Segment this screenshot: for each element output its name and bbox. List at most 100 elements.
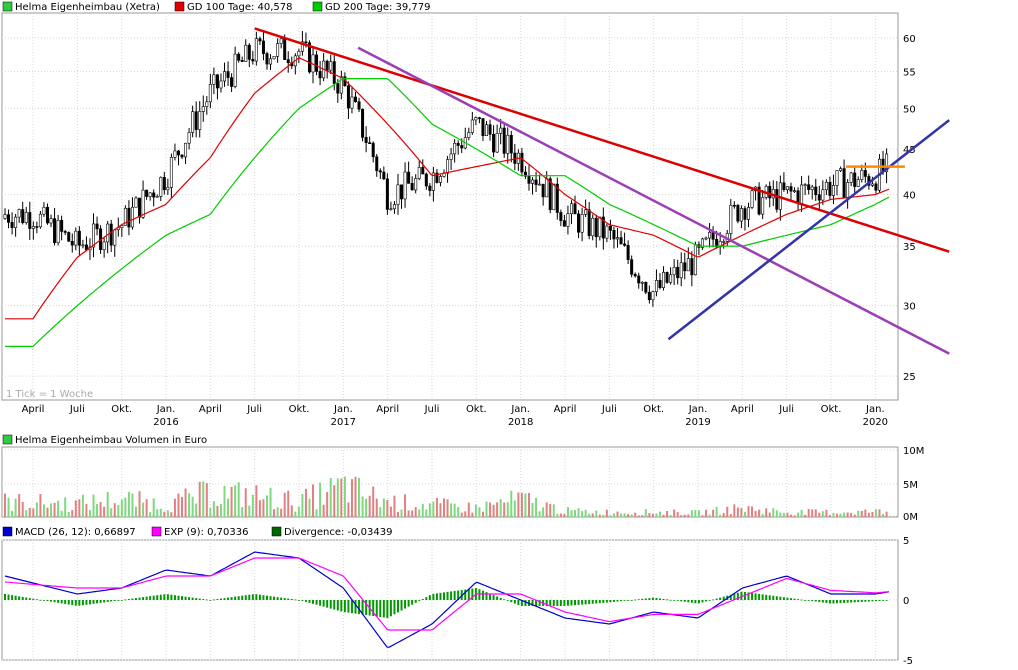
volume-bar (566, 507, 569, 517)
divergence-bar (485, 592, 488, 600)
divergence-bar (821, 600, 824, 603)
candle-body (456, 142, 460, 146)
x-tick-label: April (731, 404, 754, 415)
candle-body (566, 213, 570, 227)
candle-body (385, 178, 389, 210)
volume-bar (676, 512, 679, 517)
x-tick-label: Jan. (865, 404, 885, 415)
divergence-bar (297, 599, 300, 601)
volume-bar (623, 513, 626, 517)
divergence-bar (152, 595, 155, 600)
candle-body (746, 207, 750, 220)
divergence-bar (450, 591, 453, 600)
candle-body (198, 111, 202, 130)
x-tick-label: Jan. (333, 404, 353, 415)
volume-bar (14, 498, 17, 517)
candle-body (559, 212, 563, 221)
candle-body (736, 205, 740, 222)
candle-body (732, 204, 736, 207)
divergence-bar (32, 598, 35, 600)
divergence-bar (765, 594, 768, 600)
divergence-bar (846, 600, 849, 603)
volume-bar (74, 500, 77, 517)
candle-body (24, 212, 28, 223)
candle-body (803, 184, 807, 186)
divergence-bar (354, 600, 357, 614)
x-tick-label: Juli (246, 404, 262, 415)
volume-bar (464, 511, 467, 517)
volume-bar (262, 499, 265, 517)
volume-bar (64, 497, 67, 517)
candle-body (219, 80, 223, 89)
divergence-bar (333, 600, 336, 610)
candle-body (495, 133, 499, 153)
volume-bar (758, 509, 761, 517)
candle-body (683, 262, 687, 272)
volume-bar (538, 511, 541, 517)
volume-bar (471, 512, 474, 517)
legend-macd: MACD (26, 12): 0,66897 (15, 527, 136, 538)
volume-bar (223, 485, 226, 517)
volume-bar (21, 501, 24, 517)
volume-legend: Helma Eigenheimbau Volumen in Euro (2, 434, 207, 446)
volume-bar (673, 509, 676, 517)
legend-swatch-stock (2, 1, 13, 12)
volume-bar (485, 501, 488, 517)
candle-body (7, 214, 11, 223)
price-tick-label: 60 (903, 34, 916, 45)
volume-bar (287, 490, 290, 517)
volume-bar (393, 495, 396, 517)
volume-bar (722, 512, 725, 517)
volume-bar (648, 513, 651, 517)
divergence-bar (697, 600, 700, 604)
candle-body (304, 41, 308, 44)
volume-bar (67, 512, 70, 517)
divergence-bar (864, 600, 867, 602)
candle-body (598, 216, 602, 238)
volume-bar (432, 501, 435, 517)
volume-y-axis: 10M 5M 0M (903, 446, 924, 523)
x-tick-label: Okt. (821, 404, 842, 415)
candle-body (605, 225, 609, 239)
candle-body (201, 106, 205, 112)
divergence-bar (566, 600, 569, 606)
divergence-bar (676, 600, 679, 601)
candle-body (821, 189, 825, 201)
divergence-bar (396, 600, 399, 613)
volume-bar (797, 512, 800, 517)
divergence-bar (404, 600, 407, 609)
volume-bar (871, 511, 874, 517)
volume-bar (658, 511, 661, 517)
candle-body (187, 132, 191, 144)
candle-body (336, 83, 340, 94)
volume-bar (28, 507, 31, 517)
candle-body (817, 194, 821, 201)
volume-bar (39, 494, 42, 517)
volume-bar (804, 514, 807, 517)
candle-body (637, 275, 641, 284)
volume-bar (404, 494, 407, 517)
candle-body (364, 137, 368, 143)
volume-bar (481, 511, 484, 517)
candle-body (77, 230, 81, 246)
volume-bar (559, 513, 562, 517)
divergence-bar (782, 597, 785, 600)
volume-bar (655, 513, 658, 517)
candle-body (739, 208, 743, 222)
main-legend: Helma Eigenheimbau (Xetra) GD 100 Tage: … (2, 1, 431, 13)
candle-body (10, 222, 14, 228)
divergence-bar (11, 595, 14, 600)
candle-body (375, 156, 379, 172)
legend-swatch-gd200 (312, 1, 323, 12)
divergence-bar (878, 600, 881, 601)
volume-bar (425, 509, 428, 517)
candle-body (722, 241, 726, 243)
candle-body (414, 178, 418, 191)
candle-body (428, 185, 432, 191)
divergence-bar (612, 600, 615, 602)
volume-bar (106, 492, 109, 517)
volume-bar (524, 493, 527, 517)
volume-bar (726, 506, 729, 517)
divergence-bar (159, 594, 162, 600)
candle-body (237, 53, 241, 61)
